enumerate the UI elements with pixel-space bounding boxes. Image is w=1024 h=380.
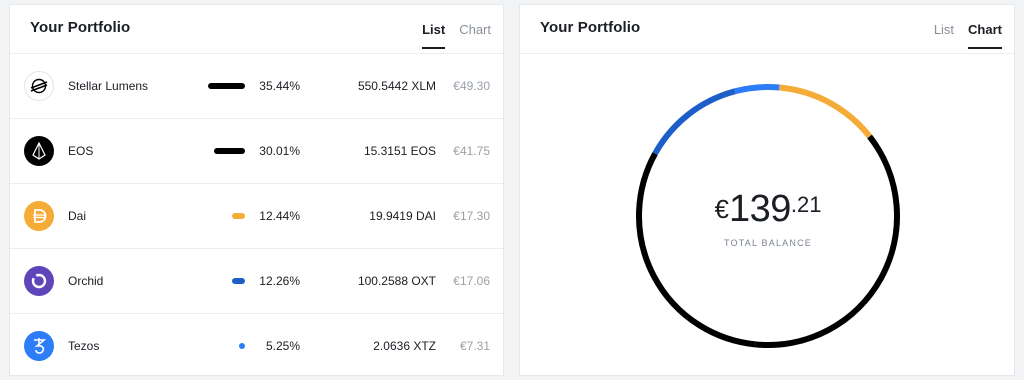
- card-title: Your Portfolio: [30, 19, 131, 36]
- asset-name: EOS: [68, 144, 94, 158]
- donut-slice-orchid: [652, 88, 736, 156]
- stellar-icon: [24, 71, 54, 101]
- donut-slice-tezos: [734, 84, 780, 95]
- asset-row-stellar[interactable]: Stellar Lumens 35.44% 550.5442 XLM €49.3…: [10, 54, 503, 119]
- asset-name: Tezos: [68, 339, 100, 353]
- balance-integer: 139: [728, 188, 791, 230]
- eos-icon: [24, 136, 54, 166]
- orchid-icon: [24, 266, 54, 296]
- tab-list[interactable]: List: [934, 22, 954, 49]
- asset-percent: 12.26%: [259, 274, 300, 288]
- allocation-donut-chart: €139.21 TOTAL BALANCE: [634, 82, 902, 350]
- asset-percent: 30.01%: [259, 144, 300, 158]
- asset-row-dai[interactable]: Dai 12.44% 19.9419 DAI €17.30: [10, 184, 503, 249]
- allocation-bar: [232, 278, 245, 284]
- total-balance-label: TOTAL BALANCE: [724, 238, 812, 248]
- asset-amount: 19.9419 DAI: [369, 209, 436, 223]
- view-tabs: List Chart: [408, 22, 491, 49]
- asset-row-eos[interactable]: EOS 30.01% 15.3151 EOS €41.75: [10, 119, 503, 184]
- asset-row-tezos[interactable]: Tezos 5.25% 2.0636 XTZ €7.31: [10, 314, 503, 378]
- allocation-bar: [239, 343, 245, 349]
- asset-list: Stellar Lumens 35.44% 550.5442 XLM €49.3…: [10, 54, 503, 378]
- tab-list[interactable]: List: [422, 22, 446, 49]
- view-tabs: List Chart: [920, 22, 1002, 49]
- asset-amount: 550.5442 XLM: [357, 79, 436, 93]
- asset-row-orchid[interactable]: Orchid 12.26% 100.2588 OXT €17.06: [10, 249, 503, 314]
- asset-percent: 35.44%: [259, 79, 300, 93]
- dai-icon: [24, 201, 54, 231]
- asset-name: Dai: [68, 209, 87, 223]
- allocation-bar: [208, 83, 245, 89]
- asset-name: Stellar Lumens: [68, 79, 149, 93]
- allocation-bar: [213, 148, 245, 154]
- asset-fiat-value: €17.06: [453, 274, 490, 288]
- allocation-bar: [232, 213, 245, 219]
- tezos-icon: [24, 331, 54, 361]
- donut-slice-eos: [636, 152, 756, 348]
- asset-fiat-value: €49.30: [453, 79, 490, 93]
- tab-chart[interactable]: Chart: [459, 22, 491, 49]
- asset-fiat-value: €7.31: [459, 339, 490, 353]
- asset-amount: 2.0636 XTZ: [373, 339, 436, 353]
- donut-slice-dai: [778, 84, 872, 139]
- balance-decimal: .21: [790, 192, 822, 217]
- portfolio-chart-card: Your Portfolio List Chart €139.21 TOTAL …: [519, 4, 1015, 376]
- asset-percent: 12.44%: [259, 209, 300, 223]
- asset-fiat-value: €17.30: [453, 209, 490, 223]
- portfolio-list-card: Your Portfolio List Chart Stellar Lumens…: [9, 4, 504, 376]
- asset-fiat-value: €41.75: [453, 144, 490, 158]
- asset-amount: 100.2588 OXT: [357, 274, 436, 288]
- card-title: Your Portfolio: [540, 19, 641, 36]
- tab-chart[interactable]: Chart: [968, 22, 1002, 49]
- balance-currency: €: [714, 194, 729, 224]
- asset-percent: 5.25%: [265, 339, 300, 353]
- asset-amount: 15.3151 EOS: [363, 144, 436, 158]
- total-balance: €139.21: [634, 188, 902, 231]
- card-header: Your Portfolio List Chart: [10, 5, 503, 54]
- asset-name: Orchid: [68, 274, 104, 288]
- card-header: Your Portfolio List Chart: [520, 5, 1014, 54]
